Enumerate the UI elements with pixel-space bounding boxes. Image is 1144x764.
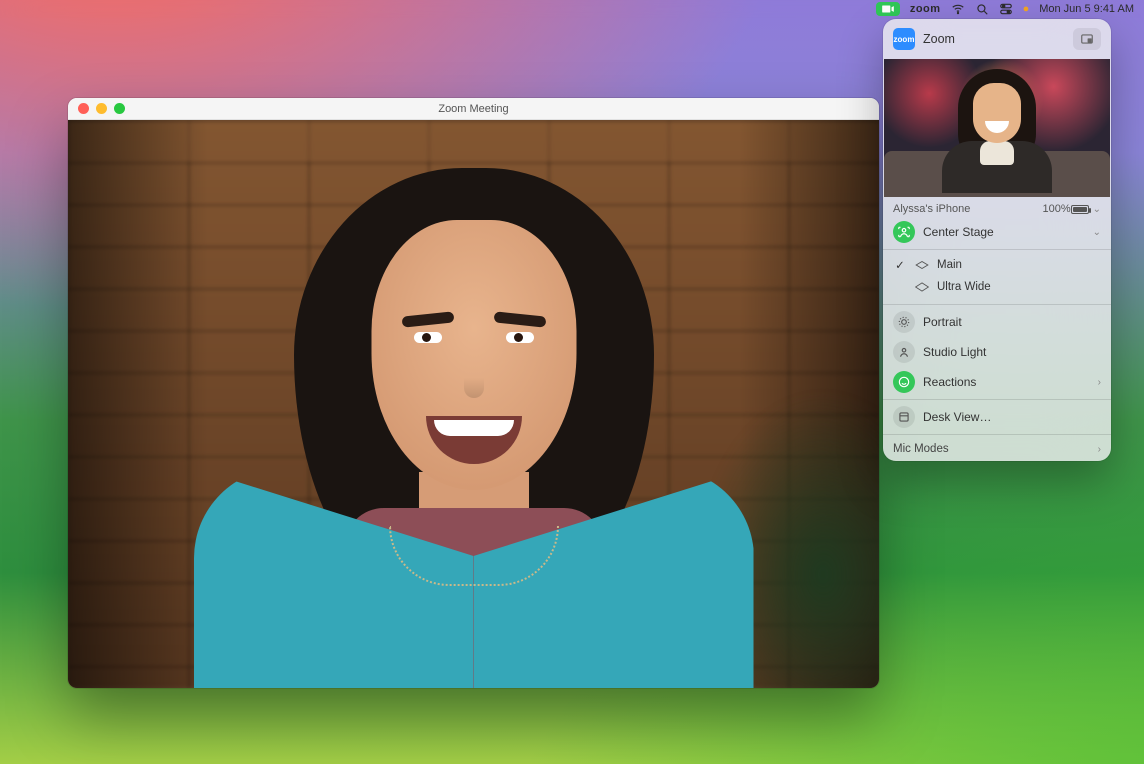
wifi-menu[interactable] bbox=[951, 2, 965, 16]
chevron-down-icon: ⌄ bbox=[1093, 227, 1101, 238]
zoom-meeting-window: Zoom Meeting bbox=[68, 98, 879, 688]
window-close-button[interactable] bbox=[78, 103, 89, 114]
reactions-label: Reactions bbox=[923, 375, 1086, 389]
layout-icon bbox=[1080, 32, 1094, 46]
framing-mode-row[interactable]: Center Stage ⌄ bbox=[893, 217, 1101, 247]
lens-main-icon bbox=[915, 260, 929, 270]
menubar-active-app[interactable]: zoom bbox=[910, 3, 941, 15]
cc-header: zoom Zoom bbox=[883, 19, 1111, 59]
portrait-icon bbox=[893, 311, 915, 333]
framing-option-main[interactable]: ✓ Main bbox=[893, 254, 1101, 276]
window-traffic-lights bbox=[68, 103, 125, 114]
studio-light-icon bbox=[893, 341, 915, 363]
camera-battery-pct: 100% bbox=[1042, 203, 1070, 215]
camera-device-name: Alyssa's iPhone bbox=[893, 203, 970, 215]
studio-light-label: Studio Light bbox=[923, 345, 1101, 359]
zoom-window-title: Zoom Meeting bbox=[68, 103, 879, 115]
mic-modes-row[interactable]: Mic Modes › bbox=[883, 437, 1111, 461]
check-icon: ✓ bbox=[893, 258, 907, 272]
macos-menubar: zoom ● Mon Jun 5 9:41 AM bbox=[0, 0, 1144, 18]
framing-option-label: Main bbox=[937, 259, 962, 271]
cc-app-name: Zoom bbox=[923, 32, 1065, 46]
video-control-panel: zoom Zoom Alyssa's iPhone 100% ⌄ Ce bbox=[883, 19, 1111, 461]
chevron-down-icon: ⌄ bbox=[1093, 204, 1101, 215]
camera-device-row[interactable]: Alyssa's iPhone 100% ⌄ bbox=[883, 197, 1111, 217]
wifi-icon bbox=[951, 2, 965, 16]
framing-option-ultra-wide[interactable]: Ultra Wide bbox=[893, 276, 1101, 298]
camera-preview bbox=[884, 59, 1110, 197]
control-center-icon bbox=[999, 2, 1013, 16]
window-layout-button[interactable] bbox=[1073, 28, 1101, 50]
control-center-menu[interactable] bbox=[999, 2, 1013, 16]
framing-options: ✓ Main Ultra Wide bbox=[883, 252, 1111, 302]
center-stage-icon bbox=[893, 221, 915, 243]
camera-menubar-indicator[interactable] bbox=[876, 2, 900, 16]
portrait-label: Portrait bbox=[923, 315, 1101, 329]
search-icon bbox=[975, 2, 989, 16]
window-minimize-button[interactable] bbox=[96, 103, 107, 114]
framing-option-label: Ultra Wide bbox=[937, 281, 991, 293]
reactions-icon bbox=[893, 371, 915, 393]
battery-icon bbox=[1071, 205, 1089, 214]
chevron-right-icon: › bbox=[1098, 444, 1101, 455]
lens-ultrawide-icon bbox=[915, 282, 929, 292]
video-participant bbox=[154, 128, 794, 688]
video-icon bbox=[881, 2, 895, 16]
zoom-app-icon: zoom bbox=[893, 28, 915, 50]
reactions-toggle[interactable]: Reactions › bbox=[893, 367, 1101, 397]
mic-modes-label: Mic Modes bbox=[893, 443, 1094, 455]
desk-view-button[interactable]: Desk View… bbox=[893, 402, 1101, 432]
desk-view-label: Desk View… bbox=[923, 410, 1101, 424]
location-indicator: ● bbox=[1023, 3, 1030, 15]
chevron-right-icon: › bbox=[1098, 377, 1101, 388]
zoom-titlebar[interactable]: Zoom Meeting bbox=[68, 98, 879, 120]
desk-view-icon bbox=[893, 406, 915, 428]
spotlight-menu[interactable] bbox=[975, 2, 989, 16]
framing-mode-label: Center Stage bbox=[923, 225, 1081, 239]
zoom-main-video bbox=[68, 120, 879, 688]
window-fullscreen-button[interactable] bbox=[114, 103, 125, 114]
portrait-toggle[interactable]: Portrait bbox=[893, 307, 1101, 337]
menubar-datetime[interactable]: Mon Jun 5 9:41 AM bbox=[1039, 3, 1134, 15]
studio-light-toggle[interactable]: Studio Light bbox=[893, 337, 1101, 367]
